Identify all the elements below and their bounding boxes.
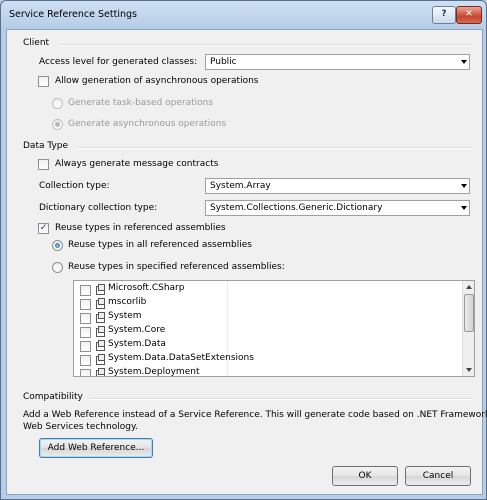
assembly-checkbox[interactable] xyxy=(80,299,91,310)
assembly-checkbox[interactable] xyxy=(80,285,91,296)
assembly-name: System xyxy=(108,311,142,321)
assembly-name: System.Deployment xyxy=(108,367,200,377)
scrollbar-thumb[interactable] xyxy=(464,294,474,332)
allow-async-checkbox[interactable] xyxy=(38,76,49,87)
assembly-icon xyxy=(96,298,105,309)
section-divider xyxy=(89,398,472,400)
collection-type-value: System.Array xyxy=(210,181,271,191)
help-button[interactable]: ? xyxy=(432,6,456,24)
allow-async-label: Allow generation of asynchronous operati… xyxy=(55,76,259,86)
assembly-checkbox[interactable] xyxy=(80,355,91,366)
reuse-types-label: Reuse types in referenced assemblies xyxy=(55,223,226,233)
dictionary-type-label: Dictionary collection type: xyxy=(39,203,158,213)
assembly-checkbox[interactable] xyxy=(80,369,91,376)
close-button[interactable]: ✕ xyxy=(456,6,482,24)
add-web-reference-button[interactable]: Add Web Reference... xyxy=(39,438,153,458)
dialog-window: Service Reference Settings ? ✕ Client Ac… xyxy=(0,0,487,500)
async-ops-label: Generate asynchronous operations xyxy=(68,119,227,129)
assembly-icon xyxy=(96,312,105,323)
task-based-label: Generate task-based operations xyxy=(68,98,214,108)
reuse-all-label: Reuse types in all referenced assemblies xyxy=(68,240,252,250)
assembly-icon xyxy=(96,354,105,365)
dictionary-type-value: System.Collections.Generic.Dictionary xyxy=(210,203,383,213)
assembly-checkbox[interactable] xyxy=(80,313,91,324)
assembly-checkbox[interactable] xyxy=(80,341,91,352)
title-bar[interactable]: Service Reference Settings ? ✕ xyxy=(1,1,486,29)
window-title: Service Reference Settings xyxy=(9,9,137,20)
assembly-icon xyxy=(96,368,105,376)
section-data-type-title: Data Type xyxy=(23,141,69,151)
reuse-specified-label: Reuse types in specified referenced asse… xyxy=(68,262,285,272)
reuse-specified-radio[interactable] xyxy=(52,262,63,273)
chevron-down-icon xyxy=(461,184,467,188)
assembly-checkbox[interactable] xyxy=(80,327,91,338)
access-level-label: Access level for generated classes: xyxy=(39,57,198,67)
collection-type-label: Collection type: xyxy=(39,181,110,191)
assembly-icon xyxy=(96,326,105,337)
section-divider xyxy=(77,147,472,149)
section-divider xyxy=(59,44,472,46)
access-level-value: Public xyxy=(210,57,237,67)
assembly-name: System.Data.DataSetExtensions xyxy=(108,353,254,363)
dialog-body: Client Access level for generated classe… xyxy=(6,29,487,495)
cancel-button[interactable]: Cancel xyxy=(405,466,471,486)
ok-button[interactable]: OK xyxy=(332,466,398,486)
section-compatibility-title: Compatibility xyxy=(23,392,83,402)
dictionary-type-select[interactable]: System.Collections.Generic.Dictionary xyxy=(205,200,470,216)
compatibility-description-line1: Add a Web Reference instead of a Service… xyxy=(23,410,487,420)
assembly-name: System.Data xyxy=(108,339,166,349)
scroll-down-icon[interactable] xyxy=(466,368,472,372)
assembly-name: System.Core xyxy=(108,325,166,335)
assemblies-listbox[interactable]: Microsoft.CSharp mscorlib System System.… xyxy=(73,280,475,377)
assembly-name: mscorlib xyxy=(108,297,147,307)
assembly-name: Microsoft.CSharp xyxy=(108,283,185,293)
message-contracts-checkbox[interactable] xyxy=(38,159,49,170)
vertical-scrollbar[interactable] xyxy=(462,281,474,376)
access-level-select[interactable]: Public xyxy=(205,54,470,70)
section-client-title: Client xyxy=(23,38,50,48)
task-based-radio[interactable] xyxy=(52,98,63,109)
collection-type-select[interactable]: System.Array xyxy=(205,178,470,194)
chevron-down-icon xyxy=(461,60,467,64)
scroll-up-icon[interactable] xyxy=(466,285,472,289)
assembly-icon xyxy=(96,340,105,351)
reuse-types-checkbox[interactable] xyxy=(38,223,49,234)
async-ops-radio[interactable] xyxy=(52,119,63,130)
message-contracts-label: Always generate message contracts xyxy=(55,159,219,169)
reuse-all-radio[interactable] xyxy=(52,240,63,251)
compatibility-description-line2: Web Services technology. xyxy=(23,422,138,432)
assembly-icon xyxy=(96,284,105,295)
chevron-down-icon xyxy=(461,206,467,210)
